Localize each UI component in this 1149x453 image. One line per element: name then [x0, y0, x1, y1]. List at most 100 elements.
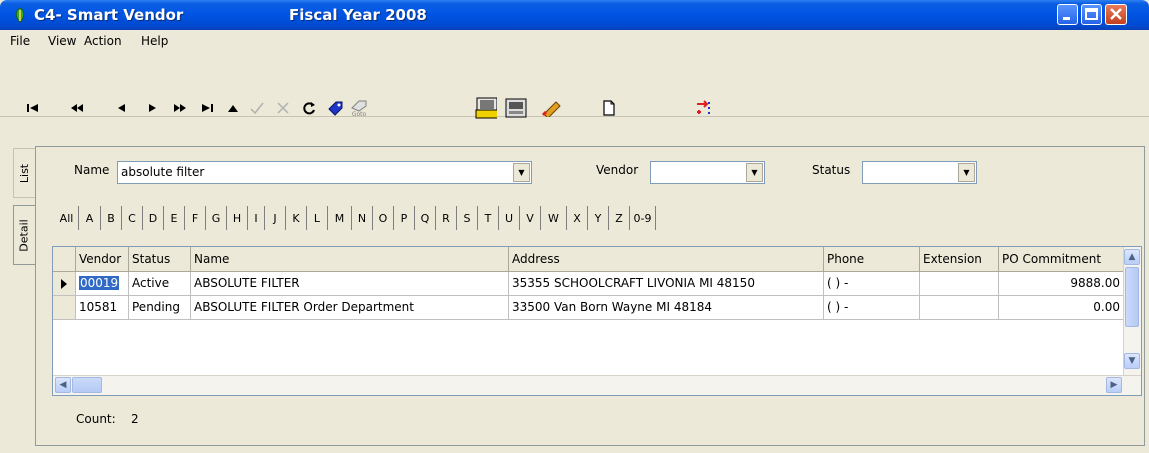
close-button[interactable]: [1105, 4, 1127, 25]
tab-list[interactable]: List: [13, 148, 35, 198]
alpha-tab[interactable]: Y: [588, 206, 609, 230]
menu-view[interactable]: View: [48, 34, 76, 48]
tab-detail[interactable]: Detail: [13, 205, 35, 265]
name-cell[interactable]: ABSOLUTE FILTER Order Department: [191, 296, 509, 319]
alpha-tab[interactable]: A: [79, 206, 101, 230]
row-pointer-icon: [53, 272, 76, 295]
phone-cell[interactable]: ( ) -: [824, 296, 920, 319]
alpha-tab[interactable]: J: [265, 206, 286, 230]
address-cell[interactable]: 33500 Van Born Wayne MI 48184: [509, 296, 824, 319]
name-filter-label: Name: [74, 163, 110, 177]
tab-list-label: List: [17, 163, 31, 183]
table-row[interactable]: 10581 Pending ABSOLUTE FILTER Order Depa…: [53, 296, 1125, 320]
scroll-down-icon[interactable]: ▼: [1124, 353, 1140, 369]
col-name[interactable]: Name: [191, 247, 509, 271]
alpha-tab[interactable]: B: [101, 206, 122, 230]
alpha-tab[interactable]: F: [185, 206, 206, 230]
prev-page-icon[interactable]: [66, 98, 88, 118]
goto-icon[interactable]: Goto: [348, 98, 370, 118]
last-record-icon[interactable]: [196, 98, 218, 118]
scroll-right-icon[interactable]: ▶: [1106, 377, 1122, 393]
minimize-button[interactable]: [1057, 4, 1078, 25]
maximize-button[interactable]: [1081, 4, 1102, 25]
vertical-scroll-thumb[interactable]: [1125, 267, 1139, 327]
refresh-icon[interactable]: [298, 98, 320, 118]
alpha-tab[interactable]: I: [248, 206, 265, 230]
alpha-tab[interactable]: C: [122, 206, 143, 230]
count-value: 2: [131, 412, 139, 426]
alpha-tab[interactable]: K: [286, 206, 307, 230]
col-vendor[interactable]: Vendor: [76, 247, 129, 271]
alpha-tab[interactable]: S: [457, 206, 478, 230]
po-commitment-cell[interactable]: 0.00: [999, 296, 1125, 319]
status-cell[interactable]: Pending: [129, 296, 191, 319]
transfer-icon[interactable]: [693, 98, 715, 118]
new-document-icon[interactable]: [598, 98, 620, 118]
filter-icon[interactable]: [475, 97, 497, 119]
name-filter-value: absolute filter: [121, 165, 205, 179]
alpha-tab[interactable]: 0-9: [630, 206, 656, 230]
prev-record-icon[interactable]: [111, 98, 133, 118]
alpha-tab[interactable]: X: [567, 206, 588, 230]
report-icon[interactable]: [505, 98, 527, 118]
vendor-filter-combo[interactable]: ▼: [650, 161, 765, 184]
alpha-tab[interactable]: H: [227, 206, 248, 230]
alpha-tab[interactable]: P: [394, 206, 415, 230]
col-po-commitment[interactable]: PO Commitment: [999, 247, 1125, 271]
tag-icon[interactable]: [324, 98, 346, 118]
col-phone[interactable]: Phone: [824, 247, 920, 271]
alpha-tab[interactable]: Z: [609, 206, 630, 230]
name-filter-combo[interactable]: absolute filter ▼: [117, 161, 532, 184]
alpha-tab[interactable]: R: [436, 206, 457, 230]
next-page-icon[interactable]: [169, 98, 191, 118]
vertical-scrollbar[interactable]: ▲ ▼: [1123, 247, 1141, 375]
alpha-tab[interactable]: O: [373, 206, 394, 230]
name-cell[interactable]: ABSOLUTE FILTER: [191, 272, 509, 295]
vendor-cell-value: 00019: [79, 276, 120, 290]
menu-action[interactable]: Action: [84, 34, 122, 48]
col-extension[interactable]: Extension: [920, 247, 999, 271]
address-cell[interactable]: 35355 SCHOOLCRAFT LIVONIA MI 48150: [509, 272, 824, 295]
horizontal-scroll-thumb[interactable]: [72, 377, 102, 393]
status-cell[interactable]: Active: [129, 272, 191, 295]
vendor-grid: Vendor Status Name Address Phone Extensi…: [52, 246, 1142, 396]
alpha-tab[interactable]: T: [478, 206, 499, 230]
extension-cell[interactable]: [920, 296, 999, 319]
first-record-icon[interactable]: [22, 98, 44, 118]
alpha-tab[interactable]: N: [352, 206, 373, 230]
scroll-up-icon[interactable]: ▲: [1124, 249, 1140, 265]
status-filter-combo[interactable]: ▼: [862, 161, 977, 184]
title-bar: C4- Smart Vendor Fiscal Year 2008: [0, 0, 1149, 30]
col-address[interactable]: Address: [509, 247, 824, 271]
edit-pencil-icon[interactable]: [541, 98, 563, 118]
col-status[interactable]: Status: [129, 247, 191, 271]
horizontal-scrollbar[interactable]: ◀ ▶: [53, 375, 1141, 395]
cancel-x-icon[interactable]: [272, 98, 294, 118]
table-row[interactable]: 00019 Active ABSOLUTE FILTER 35355 SCHOO…: [53, 272, 1125, 296]
alpha-tab[interactable]: U: [499, 206, 520, 230]
up-icon[interactable]: [222, 98, 244, 118]
chevron-down-icon[interactable]: ▼: [746, 163, 763, 182]
alpha-tab-all[interactable]: All: [55, 206, 79, 230]
vendor-cell[interactable]: 00019: [76, 272, 129, 295]
alpha-tab[interactable]: D: [143, 206, 164, 230]
menu-help[interactable]: Help: [141, 34, 168, 48]
menu-file[interactable]: File: [10, 34, 30, 48]
extension-cell[interactable]: [920, 272, 999, 295]
phone-cell[interactable]: ( ) -: [824, 272, 920, 295]
scroll-left-icon[interactable]: ◀: [55, 377, 71, 393]
alpha-tab[interactable]: G: [206, 206, 227, 230]
alpha-tab[interactable]: M: [328, 206, 352, 230]
accept-check-icon[interactable]: [246, 98, 268, 118]
alpha-tab[interactable]: W: [541, 206, 567, 230]
alpha-tab[interactable]: E: [164, 206, 185, 230]
vendor-cell[interactable]: 10581: [76, 296, 129, 319]
chevron-down-icon[interactable]: ▼: [958, 163, 975, 182]
chevron-down-icon[interactable]: ▼: [513, 163, 530, 182]
alpha-tab[interactable]: Q: [415, 206, 436, 230]
po-commitment-cell[interactable]: 9888.00: [999, 272, 1125, 295]
alpha-tab[interactable]: V: [520, 206, 541, 230]
alpha-tab[interactable]: L: [307, 206, 328, 230]
count-label: Count:: [76, 412, 116, 426]
next-record-icon[interactable]: [141, 98, 163, 118]
